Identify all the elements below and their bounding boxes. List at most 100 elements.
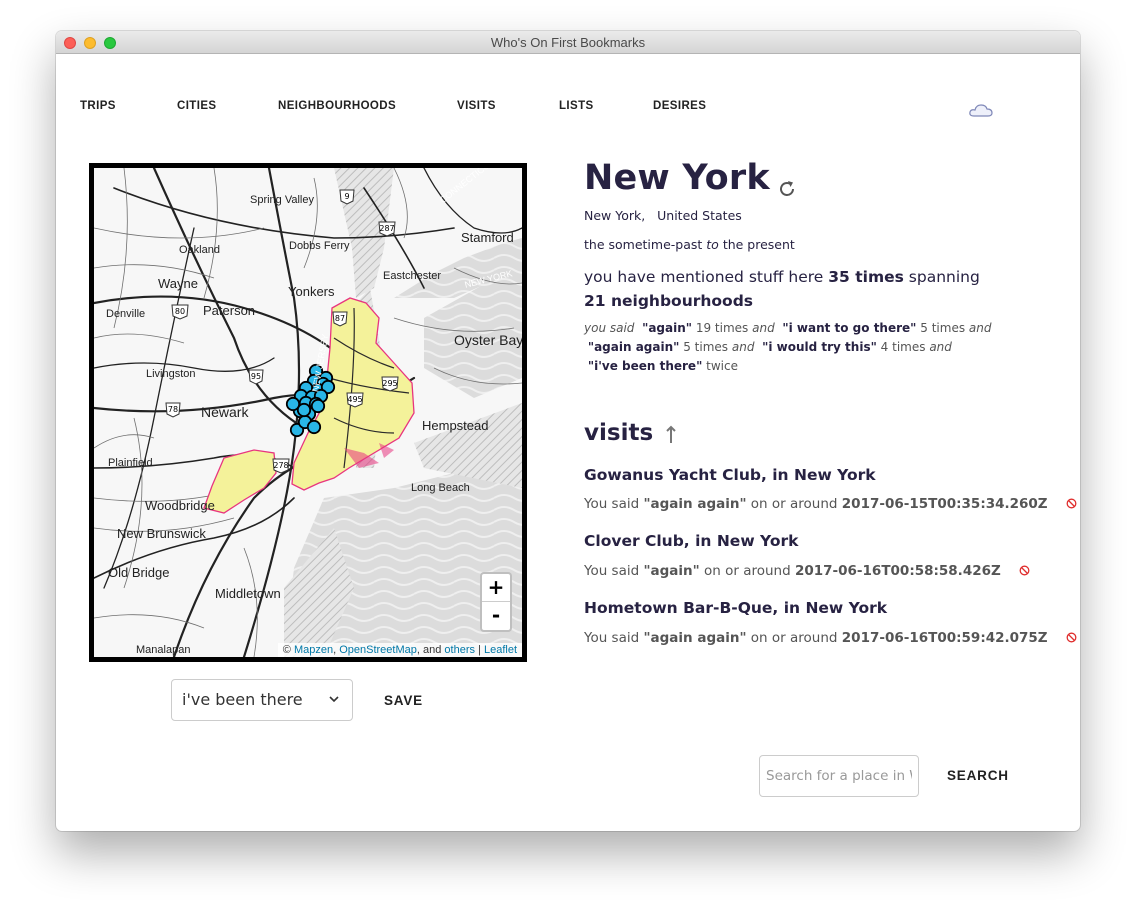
said-count: twice (706, 359, 738, 373)
page-title: New York (584, 158, 770, 198)
openstreetmap-link[interactable]: OpenStreetMap (339, 644, 417, 656)
visit-detail: You said "again" on or around 2017-06-16… (584, 563, 1030, 579)
nav-trips[interactable]: TRIPS (80, 100, 116, 112)
place-country: United States (657, 208, 742, 223)
map-label-eastchester: Eastchester (383, 270, 442, 282)
map-label-middletown: Middletown (215, 586, 281, 601)
said-summary: you said "again" 19 times and "i want to… (584, 319, 1004, 376)
said-count: 5 times (920, 321, 966, 335)
said-and: and (929, 340, 952, 354)
map-label-long-beach: Long Beach (411, 482, 470, 494)
zoom-control: + - (480, 572, 512, 632)
visit-title[interactable]: Hometown Bar-B-Que, in New York (584, 599, 887, 617)
zoom-in-button[interactable]: + (482, 574, 510, 602)
mapzen-link[interactable]: Mapzen (294, 644, 333, 656)
said-phrase: "i want to go there" (782, 321, 917, 335)
visit-mid: on or around (750, 496, 838, 512)
said-phrase: "again again" (587, 340, 680, 354)
route-495: 495 (347, 395, 362, 404)
map-attribution: © Mapzen, OpenStreetMap, and others | Le… (277, 643, 522, 657)
said-and: and (752, 321, 775, 335)
route-295: 295 (382, 379, 397, 388)
route-78: 78 (168, 405, 178, 414)
bookmark-marker[interactable] (310, 398, 326, 414)
visit-detail: You said "again again" on or around 2017… (584, 630, 1077, 646)
attribution-sep: , (333, 644, 337, 656)
refresh-icon[interactable] (776, 178, 798, 200)
visit-date: 2017-06-16T00:58:58.426Z (794, 563, 1001, 579)
visit-title[interactable]: Gowanus Yacht Club, in New York (584, 466, 876, 484)
map-label-denville: Denville (106, 308, 146, 320)
status-select[interactable]: i've been there (171, 679, 353, 721)
route-87: 87 (335, 314, 345, 323)
nav-visits[interactable]: VISITS (457, 100, 496, 112)
map-label-yonkers: Yonkers (288, 284, 335, 299)
map-label-paterson: Paterson (203, 303, 256, 318)
delete-visit-icon[interactable] (1066, 498, 1077, 509)
visit-prefix: You said (584, 630, 640, 646)
sort-up-arrow-icon[interactable] (665, 425, 677, 445)
visit-mid: on or around (750, 630, 838, 646)
nav-desires[interactable]: DESIRES (653, 100, 706, 112)
nav-cities[interactable]: CITIES (177, 100, 216, 112)
bookmark-marker[interactable] (296, 402, 312, 418)
route-95: 95 (251, 372, 261, 381)
app-window: Who's On First Bookmarks TRIPS CITIES NE… (56, 31, 1080, 831)
date-from: the sometime-past (584, 237, 703, 252)
status-select-value: i've been there (182, 690, 303, 709)
delete-visit-icon[interactable] (1019, 565, 1030, 576)
map-label-new-brunswick: New Brunswick (117, 526, 206, 541)
zoom-out-button[interactable]: - (482, 602, 510, 630)
route-9: 9 (344, 192, 349, 201)
visit-phrase: "again again" (643, 630, 747, 646)
delete-visit-icon[interactable] (1066, 632, 1077, 643)
said-phrase: "i've been there" (587, 359, 703, 373)
mention-summary: you have mentioned stuff here 35 times s… (584, 265, 994, 313)
attribution-copyright: © (282, 644, 291, 656)
said-phrase: "i would try this" (762, 340, 877, 354)
visit-date: 2017-06-16T00:59:42.075Z (841, 630, 1048, 646)
map[interactable]: 9 287 80 87 95 295 495 78 278 Spring Val… (89, 163, 527, 662)
date-to-word: to (706, 237, 719, 252)
leaflet-link[interactable]: Leaflet (484, 644, 517, 656)
route-278: 278 (273, 461, 288, 470)
map-label-newark: Newark (201, 404, 249, 420)
mention-count: 21 neighbourhoods (584, 292, 754, 310)
route-80: 80 (175, 307, 185, 316)
map-label-woodbridge: Woodbridge (145, 498, 215, 513)
chevron-down-icon (329, 696, 339, 703)
mention-mid: spanning (908, 268, 980, 286)
save-button[interactable]: SAVE (384, 693, 423, 708)
window-title: Who's On First Bookmarks (490, 35, 646, 50)
nav-neighbourhoods[interactable]: NEIGHBOURHOODS (278, 100, 396, 112)
route-287: 287 (379, 224, 394, 233)
search-button[interactable]: SEARCH (947, 768, 1009, 783)
visit-detail: You said "again again" on or around 2017… (584, 496, 1077, 512)
said-phrase: "again" (642, 321, 693, 335)
visits-heading: visits (584, 420, 654, 446)
visit-prefix: You said (584, 563, 640, 579)
map-label-oyster-bay: Oyster Bay (454, 332, 524, 348)
attribution-and: , and (416, 644, 442, 656)
map-label-dobbs-ferry: Dobbs Ferry (289, 240, 350, 252)
date-range: the sometime-past to the present (584, 237, 795, 252)
bookmark-marker[interactable] (306, 419, 322, 435)
nav-lists[interactable]: LISTS (559, 100, 594, 112)
visit-title[interactable]: Clover Club, in New York (584, 532, 798, 550)
visit-mid: on or around (703, 563, 791, 579)
mention-times: 35 times (828, 268, 904, 286)
title-bar: Who's On First Bookmarks (56, 31, 1080, 54)
search-input[interactable] (759, 755, 919, 797)
said-count: 19 times (695, 321, 749, 335)
mention-pre: you have mentioned stuff here (584, 268, 824, 286)
map-label-spring-valley: Spring Valley (250, 194, 314, 206)
visit-phrase: "again again" (643, 496, 747, 512)
date-to: the present (722, 237, 795, 252)
map-label-stamford: Stamford (461, 230, 514, 245)
map-label-livingston: Livingston (146, 368, 196, 380)
cloud-icon[interactable] (968, 101, 994, 119)
said-count: 4 times (880, 340, 926, 354)
map-label-old-bridge: Old Bridge (108, 565, 170, 580)
others-link[interactable]: others (444, 644, 475, 656)
map-label-manalapan: Manalapan (136, 644, 191, 656)
